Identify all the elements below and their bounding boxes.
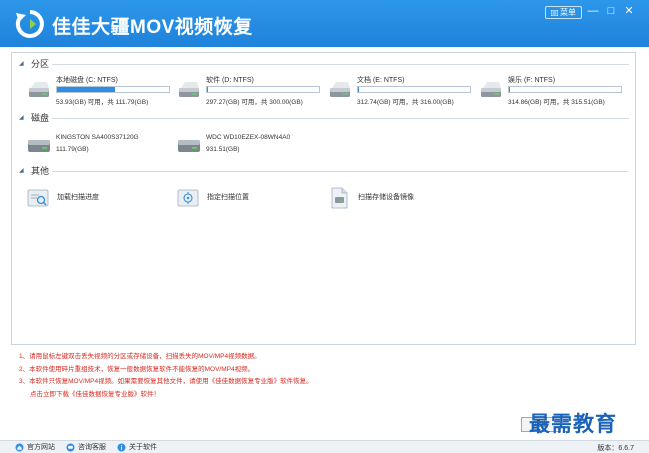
close-button[interactable]: ✕	[621, 4, 637, 18]
others-section-title: 其他	[31, 166, 50, 176]
partitions-section-title: 分区	[31, 59, 50, 69]
collapse-arrow-icon: ◢	[19, 168, 24, 174]
status-bar: 官方网站 咨询客服 关于软件 版本：6.6.7	[0, 440, 649, 453]
scan-disk-image-item[interactable]: 扫描存储设备镜像	[328, 187, 478, 211]
partition-size: 53.93(GB) 可用，共 111.79(GB)	[56, 99, 149, 106]
partition-usage-bar	[508, 86, 622, 93]
collapse-arrow-icon: ◢	[19, 115, 24, 121]
partition-usage-bar	[206, 86, 320, 93]
target-location-icon	[177, 189, 199, 207]
disk-item[interactable]: WDC WD10EZEX-08WN4A0 931.51(GB)	[177, 134, 327, 160]
disk-image-icon	[331, 187, 348, 209]
maximize-button[interactable]: □	[603, 4, 619, 18]
partition-size: 312.74(GB) 可用，共 316.00(GB)	[357, 99, 454, 106]
note-line: 2、本软件使用碎片重组技术，恢复一般数据恢复软件不能恢复的MOV/MP4视频。	[19, 365, 255, 373]
disk-item[interactable]: KINGSTON SA400S37120G 111.79(GB)	[27, 134, 177, 160]
info-icon	[117, 443, 126, 451]
partition-name: 娱乐 (F: NTFS)	[508, 77, 556, 84]
customer-service-link[interactable]: 咨询客服	[66, 442, 106, 452]
home-icon	[15, 443, 24, 451]
tool-label: 加载扫描进度	[57, 194, 99, 201]
partition-size: 314.86(GB) 可用，共 315.51(GB)	[508, 99, 605, 106]
partition-usage-bar	[357, 86, 471, 93]
menu-button[interactable]: 菜单	[545, 6, 582, 19]
disk-name: WDC WD10EZEX-08WN4A0	[206, 134, 291, 141]
title-bar: 佳佳大疆MOV视频恢复 菜单 — □ ✕	[0, 0, 649, 47]
load-scan-progress-item[interactable]: 加载扫描进度	[27, 187, 177, 211]
status-link-label: 官方网站	[27, 444, 55, 451]
instructions-notes: 1、请用鼠标左键双击丢失视频的分区或存储设备，扫描丢失的MOV/MP4视频数据。…	[19, 351, 499, 401]
status-link-label: 咨询客服	[78, 444, 106, 451]
partition-usage-fill	[509, 87, 510, 92]
menu-icon	[551, 9, 558, 16]
partition-name: 本地磁盘 (C: NTFS)	[56, 77, 118, 84]
official-website-link[interactable]: 官方网站	[15, 442, 55, 452]
app-logo-icon	[15, 10, 44, 38]
hard-disk-icon	[178, 140, 200, 152]
partition-usage-fill	[207, 87, 209, 92]
search-progress-icon	[27, 189, 49, 207]
partition-usage-fill	[57, 87, 116, 92]
partition-size: 297.27(GB) 可用，共 300.00(GB)	[206, 99, 303, 106]
disk-size: 931.51(GB)	[206, 146, 240, 153]
partitions-section-header[interactable]: ◢ 分区	[12, 57, 635, 71]
main-panel: ◢ 分区 本地磁盘 (C: NTFS) 53.93(GB) 可用，共 111.7…	[11, 52, 636, 345]
section-divider	[52, 64, 629, 65]
partition-usage-fill	[358, 87, 360, 92]
note-line: 3、本软件只恢复MOV/MP4视频。如果需要恢复其他文件，请使用《佳佳数据恢复专…	[19, 378, 313, 385]
disks-section-header[interactable]: ◢ 磁盘	[12, 111, 635, 125]
download-link[interactable]: 点击立即下载《佳佳数据恢复专业版》软件！	[19, 389, 499, 402]
partition-usage-bar	[56, 86, 170, 93]
hard-drive-icon	[29, 82, 49, 97]
version-label: 版本：6.6.7	[597, 445, 634, 452]
chat-icon	[66, 443, 75, 451]
disks-section-title: 磁盘	[31, 113, 50, 123]
disk-name: KINGSTON SA400S37120G	[56, 134, 139, 141]
hard-drive-icon	[330, 82, 350, 97]
specify-scan-location-item[interactable]: 指定扫描位置	[177, 187, 327, 211]
section-divider	[52, 171, 629, 172]
hard-drive-icon	[481, 82, 501, 97]
partition-item[interactable]: 软件 (D: NTFS) 297.27(GB) 可用，共 300.00(GB)	[177, 75, 327, 109]
status-link-label: 关于软件	[129, 444, 157, 451]
partition-item[interactable]: 本地磁盘 (C: NTFS) 53.93(GB) 可用，共 111.79(GB)	[27, 75, 177, 109]
partition-item[interactable]: 文档 (E: NTFS) 312.74(GB) 可用，共 316.00(GB)	[328, 75, 478, 109]
collapse-arrow-icon: ◢	[19, 61, 24, 67]
app-title: 佳佳大疆MOV视频恢复	[52, 17, 253, 38]
partition-item[interactable]: 娱乐 (F: NTFS) 314.86(GB) 可用，共 315.51(GB)	[479, 75, 629, 109]
about-software-link[interactable]: 关于软件	[117, 442, 157, 452]
disk-size: 111.79(GB)	[56, 146, 89, 153]
minimize-button[interactable]: —	[585, 4, 601, 18]
note-line: 1、请用鼠标左键双击丢失视频的分区或存储设备，扫描丢失的MOV/MP4视频数据。	[19, 353, 261, 360]
partition-name: 软件 (D: NTFS)	[206, 77, 254, 84]
section-divider	[52, 118, 629, 119]
others-section-header[interactable]: ◢ 其他	[12, 164, 635, 178]
hard-disk-icon	[28, 140, 50, 152]
watermark: 最需教育	[529, 411, 617, 436]
menu-button-label: 菜单	[560, 8, 576, 17]
tool-label: 指定扫描位置	[207, 194, 249, 201]
tool-label: 扫描存储设备镜像	[358, 194, 414, 201]
partition-name: 文档 (E: NTFS)	[357, 77, 405, 84]
hard-drive-icon	[179, 82, 199, 97]
